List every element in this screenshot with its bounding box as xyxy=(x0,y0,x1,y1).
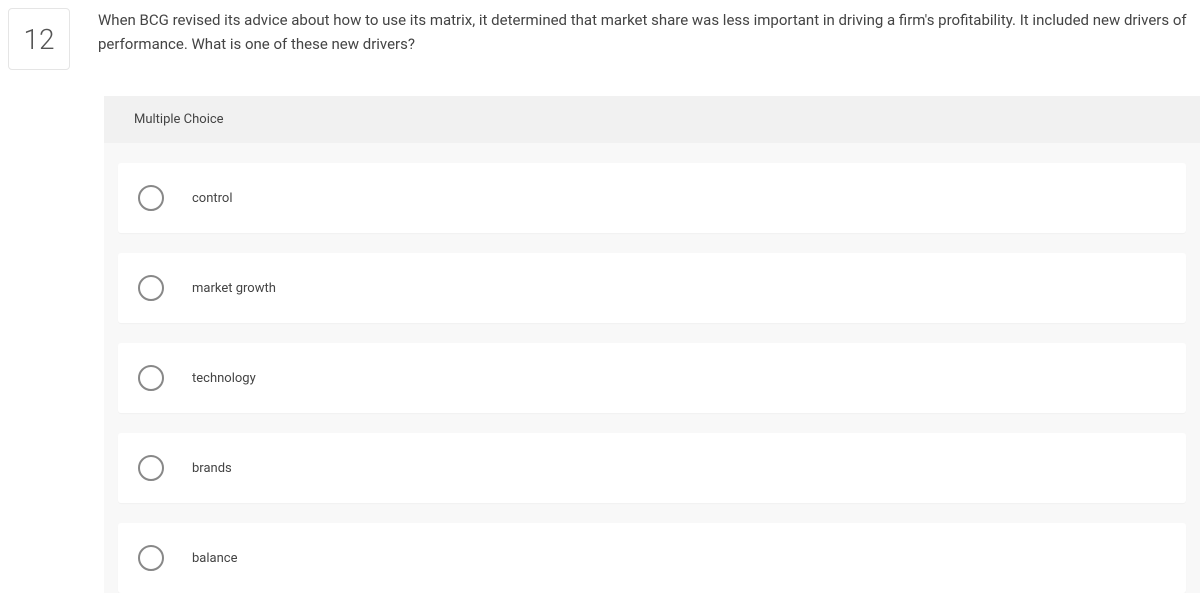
option-market-growth[interactable]: market growth xyxy=(118,253,1186,323)
radio-icon xyxy=(138,365,164,391)
option-label: technology xyxy=(192,371,256,386)
radio-icon xyxy=(138,185,164,211)
option-balance[interactable]: balance xyxy=(118,523,1186,593)
question-text: When BCG revised its advice about how to… xyxy=(98,8,1200,56)
option-brands[interactable]: brands xyxy=(118,433,1186,503)
option-label: brands xyxy=(192,461,232,476)
options-list: control market growth technology brands xyxy=(104,143,1200,593)
question-number-badge: 12 xyxy=(8,8,70,70)
option-label: balance xyxy=(192,551,237,566)
radio-icon xyxy=(138,455,164,481)
option-technology[interactable]: technology xyxy=(118,343,1186,413)
option-label: control xyxy=(192,191,233,206)
radio-icon xyxy=(138,275,164,301)
radio-icon xyxy=(138,545,164,571)
question-number: 12 xyxy=(23,23,54,56)
question-type-header: Multiple Choice xyxy=(104,96,1200,143)
option-label: market growth xyxy=(192,281,276,296)
option-control[interactable]: control xyxy=(118,163,1186,233)
